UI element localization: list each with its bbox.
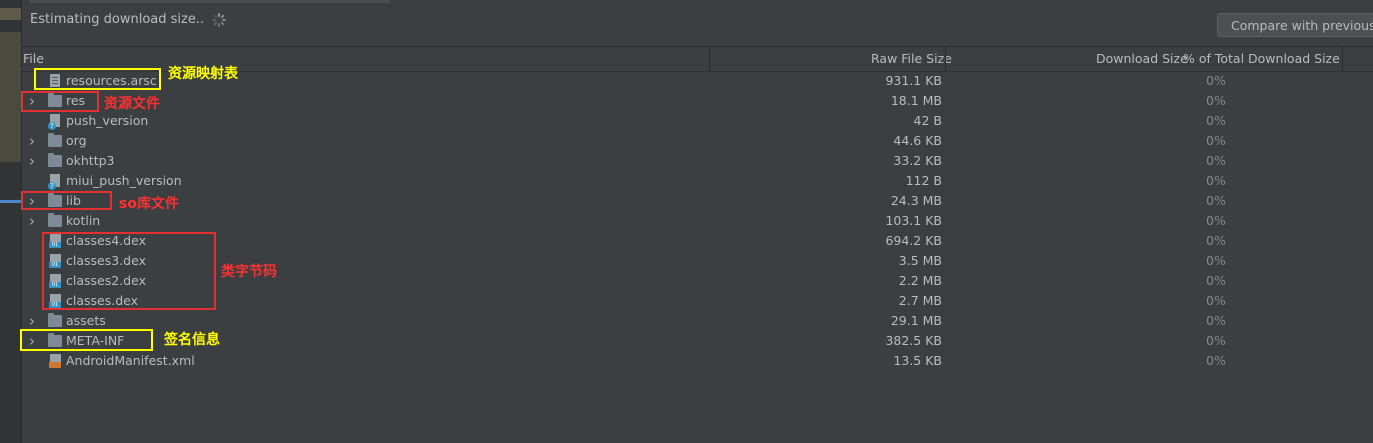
status-text: Estimating download size.. — [30, 12, 205, 27]
column-separator[interactable] — [709, 47, 710, 71]
unknown-file-icon — [48, 174, 60, 190]
file-name: okhttp3 — [66, 153, 115, 168]
raw-file-size: 24.3 MB — [890, 193, 942, 208]
table-row[interactable]: › META-INF 382.5 KB 0% — [22, 331, 1373, 351]
annotation-resources-arsc: 资源映射表 — [168, 66, 238, 82]
raw-file-size: 112 B — [905, 173, 942, 188]
column-header-raw-size[interactable]: Raw File Size — [871, 47, 952, 71]
column-header-download-size[interactable]: Download Size — [1096, 47, 1188, 71]
table-row[interactable]: › org 44.6 KB 0% — [22, 131, 1373, 151]
chevron-right-icon[interactable]: › — [29, 211, 39, 231]
chevron-right-icon[interactable]: › — [29, 131, 39, 151]
annotation-lib: so库文件 — [119, 196, 179, 212]
percent-of-total: 0% — [1206, 153, 1226, 168]
raw-file-size: 3.5 MB — [898, 253, 942, 268]
raw-file-size: 931.1 KB — [885, 73, 942, 88]
percent-of-total: 0% — [1206, 293, 1226, 308]
table-row[interactable]: miui_push_version 112 B 0% — [22, 171, 1373, 191]
gutter-swatch — [0, 32, 22, 162]
raw-file-size: 44.6 KB — [893, 133, 942, 148]
raw-file-size: 2.7 MB — [898, 293, 942, 308]
percent-of-total: 0% — [1206, 73, 1226, 88]
column-separator[interactable] — [1342, 47, 1343, 71]
raw-file-size: 18.1 MB — [890, 93, 942, 108]
percent-of-total: 0% — [1206, 333, 1226, 348]
table-row[interactable]: › kotlin 103.1 KB 0% — [22, 211, 1373, 231]
table-row[interactable]: classes.dex2.7 MB0% — [22, 291, 1373, 311]
percent-of-total: 0% — [1206, 133, 1226, 148]
raw-file-size: 103.1 KB — [885, 213, 942, 228]
raw-file-size: 29.1 MB — [890, 313, 942, 328]
raw-file-size: 13.5 KB — [893, 353, 942, 368]
file-name: org — [66, 133, 87, 148]
file-name: push_version — [66, 113, 149, 128]
file-name: kotlin — [66, 213, 101, 228]
percent-of-total: 0% — [1206, 193, 1226, 208]
status-indicator: Estimating download size.. — [30, 12, 227, 27]
table-row[interactable]: › res 18.1 MB 0% — [22, 91, 1373, 111]
annotation-meta-inf: 签名信息 — [164, 332, 220, 348]
percent-of-total: 0% — [1206, 353, 1226, 368]
annotation-res: 资源文件 — [104, 96, 160, 112]
column-separator[interactable] — [945, 47, 946, 71]
folder-icon — [48, 153, 62, 167]
folder-icon — [48, 133, 62, 147]
folder-icon — [48, 213, 62, 227]
column-header-percent[interactable]: % of Total Download Size — [1183, 47, 1340, 71]
file-name: assets — [66, 313, 106, 328]
highlight-box-dex — [42, 232, 216, 310]
table-row[interactable]: push_version 42 B 0% — [22, 111, 1373, 131]
raw-file-size: 694.2 KB — [885, 233, 942, 248]
percent-of-total: 0% — [1206, 173, 1226, 188]
table-row[interactable]: › assets 29.1 MB 0% — [22, 311, 1373, 331]
raw-file-size: 33.2 KB — [893, 153, 942, 168]
gutter-highlight — [0, 200, 22, 203]
table-row[interactable]: AndroidManifest.xml 13.5 KB 0% — [22, 351, 1373, 371]
toolbar-top-strip — [30, 0, 390, 3]
folder-icon — [48, 313, 62, 327]
raw-file-size: 42 B — [913, 113, 942, 128]
percent-of-total: 0% — [1206, 233, 1226, 248]
highlight-box-lib — [21, 191, 112, 210]
apk-file-table: File Raw File Size Download Size % of To… — [22, 46, 1373, 443]
table-row[interactable]: › lib 24.3 MB 0% — [22, 191, 1373, 211]
gutter-swatch — [0, 8, 22, 20]
file-name: miui_push_version — [66, 173, 182, 188]
raw-file-size: 2.2 MB — [898, 273, 942, 288]
percent-of-total: 0% — [1206, 313, 1226, 328]
unknown-file-icon — [48, 114, 60, 130]
xml-file-icon — [49, 354, 61, 368]
highlight-box-res — [21, 91, 99, 112]
percent-of-total: 0% — [1206, 213, 1226, 228]
file-name: AndroidManifest.xml — [66, 353, 195, 368]
highlight-box-resources-arsc — [34, 68, 161, 90]
raw-file-size: 382.5 KB — [885, 333, 942, 348]
chevron-right-icon[interactable]: › — [29, 151, 39, 171]
percent-of-total: 0% — [1206, 253, 1226, 268]
table-row[interactable]: classes4.dex694.2 KB0% — [22, 231, 1373, 251]
highlight-box-meta-inf — [20, 329, 153, 351]
compare-apk-button[interactable]: Compare with previous APK... — [1217, 13, 1373, 37]
loading-spinner-icon — [212, 12, 227, 27]
table-row[interactable]: › okhttp3 33.2 KB 0% — [22, 151, 1373, 171]
left-gutter — [0, 0, 22, 443]
chevron-right-icon[interactable]: › — [29, 311, 39, 331]
annotation-dex: 类字节码 — [221, 264, 277, 280]
percent-of-total: 0% — [1206, 93, 1226, 108]
percent-of-total: 0% — [1206, 113, 1226, 128]
percent-of-total: 0% — [1206, 273, 1226, 288]
